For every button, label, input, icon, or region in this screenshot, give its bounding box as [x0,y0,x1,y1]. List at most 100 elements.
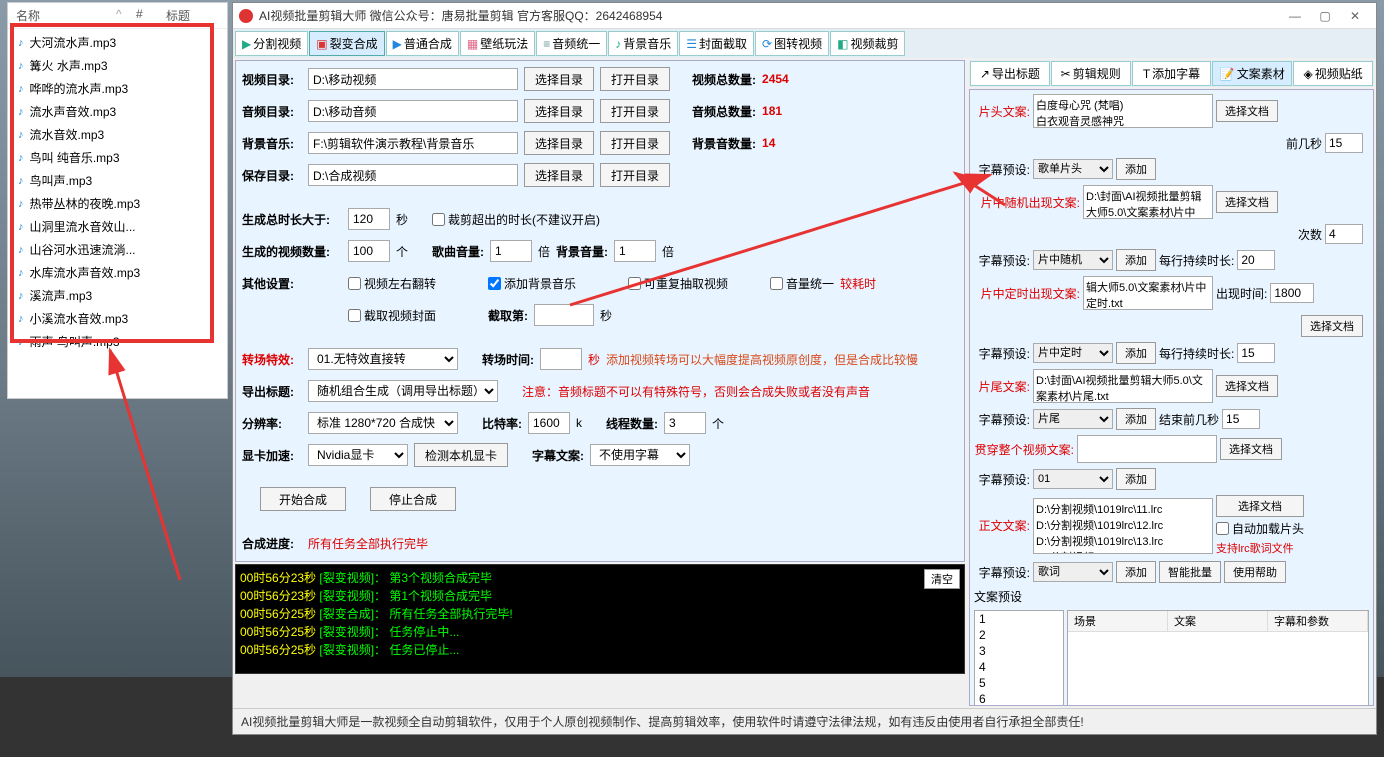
sp6-add-button[interactable]: 添加 [1116,561,1156,583]
list-item[interactable]: ♪水库流水声音效.mp3 [12,261,223,284]
main-textarea[interactable]: D:\分割视频\1019lrc\11.lrc D:\分割视频\1019lrc\1… [1033,498,1213,554]
appear-input[interactable] [1270,283,1314,303]
list-item[interactable]: ♪山洞里流水音效山... [12,215,223,238]
save-dir-input[interactable] [308,164,518,186]
bg-vol-input[interactable] [614,240,656,262]
list-item[interactable]: ♪篝火 水声.mp3 [12,54,223,77]
list-item[interactable]: ♪鸟叫声.mp3 [12,169,223,192]
timed-select-file-button[interactable]: 选择文档 [1301,315,1363,337]
perline-input[interactable] [1237,250,1275,270]
export-title-select[interactable]: 随机组合生成（调用导出标题） [308,380,498,402]
list-item[interactable]: ♪鸟叫 纯音乐.mp3 [12,146,223,169]
bgm-dir-input[interactable] [308,132,518,154]
stop-button[interactable]: 停止合成 [370,487,456,511]
close-button[interactable]: ✕ [1340,6,1370,26]
main-select-file-button[interactable]: 选择文档 [1216,495,1304,517]
list-item[interactable]: ♪小溪流水音效.mp3 [12,307,223,330]
file-list[interactable]: ♪大河流水声.mp3♪篝火 水声.mp3♪哗哗的流水声.mp3♪流水声音效.mp… [8,29,227,355]
subtitle-select[interactable]: 不使用字幕 [590,444,690,466]
sp2-add-button[interactable]: 添加 [1116,249,1156,271]
bgm-open-dir-button[interactable]: 打开目录 [600,131,670,155]
transition-time-input[interactable] [540,348,582,370]
audio-open-dir-button[interactable]: 打开目录 [600,99,670,123]
tab-3[interactable]: ▦壁纸玩法 [460,31,535,56]
addbgm-checkbox[interactable]: 添加背景音乐 [488,275,576,292]
cover-sec-input[interactable] [534,304,594,326]
sp3-add-button[interactable]: 添加 [1116,342,1156,364]
tab-1[interactable]: ▣裂变合成 [309,31,384,56]
duration-input[interactable] [348,208,390,230]
autoload-checkbox[interactable]: 自动加载片头 [1216,520,1304,537]
list-item[interactable]: ♪流水音效.mp3 [12,123,223,146]
list-item[interactable]: ♪流水声音效.mp3 [12,100,223,123]
list-item[interactable]: ♪热带丛林的夜晚.mp3 [12,192,223,215]
gpu-select[interactable]: Nvidia显卡 [308,444,408,466]
minimize-button[interactable]: — [1280,6,1310,26]
col-num[interactable]: # [136,7,166,24]
list-item[interactable]: ♪大河流水声.mp3 [12,31,223,54]
video-open-dir-button[interactable]: 打开目录 [600,67,670,91]
cover-checkbox[interactable]: 截取视频封面 [348,307,436,324]
sp5-select[interactable]: 01 [1033,469,1113,489]
list-item[interactable]: ♪山谷河水迅速流淌... [12,238,223,261]
tab-2[interactable]: ▶普通合成 [386,31,459,56]
tab-7[interactable]: ⟳图转视频 [755,31,829,56]
sp4-select[interactable]: 片尾 [1033,409,1113,429]
whole-textarea[interactable] [1077,435,1217,463]
rtab-2[interactable]: T添加字幕 [1132,61,1212,86]
head-select-file-button[interactable]: 选择文档 [1216,100,1278,122]
before-sec-input[interactable] [1325,133,1363,153]
end-input[interactable] [1222,409,1260,429]
rand-textarea[interactable]: D:\封面\AI视频批量剪辑大师5.0\文案素材\片中 [1083,185,1213,219]
list-item[interactable]: ♪溪流声.mp3 [12,284,223,307]
head-textarea[interactable]: 白度母心咒 (梵唱) 白衣观音灵感神咒 [1033,94,1213,128]
preset-table[interactable]: 场景 文案 字幕和参数 [1067,610,1369,706]
save-select-dir-button[interactable]: 选择目录 [524,163,594,187]
sp2-select[interactable]: 片中随机 [1033,250,1113,270]
rtab-4[interactable]: ◈视频贴纸 [1293,61,1373,86]
preset-list[interactable]: 123456 [974,610,1064,706]
detect-gpu-button[interactable]: 检测本机显卡 [414,443,508,467]
audio-select-dir-button[interactable]: 选择目录 [524,99,594,123]
rtab-1[interactable]: ✂剪辑规则 [1051,61,1131,86]
transition-select[interactable]: 01.无特效直接转 [308,348,458,370]
tab-6[interactable]: ☰封面截取 [679,31,754,56]
trim-extra-checkbox[interactable]: 裁剪超出的时长(不建议开启) [432,211,600,228]
hflip-checkbox[interactable]: 视频左右翻转 [348,275,436,292]
rand-select-file-button[interactable]: 选择文档 [1216,191,1278,213]
list-item[interactable]: ♪哗哗的流水声.mp3 [12,77,223,100]
sp1-add-button[interactable]: 添加 [1116,158,1156,180]
log-area[interactable]: 清空 00时56分23秒 [裂变视频]： 第3个视频合成完毕00时56分23秒 … [235,564,965,674]
tail-select-file-button[interactable]: 选择文档 [1216,375,1278,397]
rand-count-input[interactable] [1325,224,1363,244]
start-button[interactable]: 开始合成 [260,487,346,511]
col-name[interactable]: 名称 [16,7,116,24]
resolution-select[interactable]: 标准 1280*720 合成快 [308,412,458,434]
bitrate-input[interactable] [528,412,570,434]
sp3-select[interactable]: 片中定时 [1033,343,1113,363]
tab-5[interactable]: ♪背景音乐 [608,31,678,56]
repeat-checkbox[interactable]: 可重复抽取视频 [628,275,728,292]
tab-8[interactable]: ◧视频裁剪 [830,31,905,56]
whole-select-file-button[interactable]: 选择文档 [1220,438,1282,460]
video-dir-input[interactable] [308,68,518,90]
tab-4[interactable]: ≡音频统一 [536,31,607,56]
help-button[interactable]: 使用帮助 [1224,561,1286,583]
vol-uni-checkbox[interactable]: 音量统一 [770,275,834,292]
gen-count-input[interactable] [348,240,390,262]
audio-dir-input[interactable] [308,100,518,122]
video-select-dir-button[interactable]: 选择目录 [524,67,594,91]
tab-0[interactable]: ▶分割视频 [235,31,308,56]
smart-batch-button[interactable]: 智能批量 [1159,561,1221,583]
sp5-add-button[interactable]: 添加 [1116,468,1156,490]
tail-textarea[interactable]: D:\封面\AI视频批量剪辑大师5.0\文案素材\片尾.txt [1033,369,1213,403]
perline2-input[interactable] [1237,343,1275,363]
sp6-select[interactable]: 歌词 [1033,562,1113,582]
save-open-dir-button[interactable]: 打开目录 [600,163,670,187]
clear-log-button[interactable]: 清空 [924,569,960,589]
col-title[interactable]: 标题 [166,7,190,24]
song-vol-input[interactable] [490,240,532,262]
rtab-0[interactable]: ↗导出标题 [970,61,1050,86]
list-item[interactable]: ♪雨声 鸟叫声.mp3 [12,330,223,353]
threads-input[interactable] [664,412,706,434]
